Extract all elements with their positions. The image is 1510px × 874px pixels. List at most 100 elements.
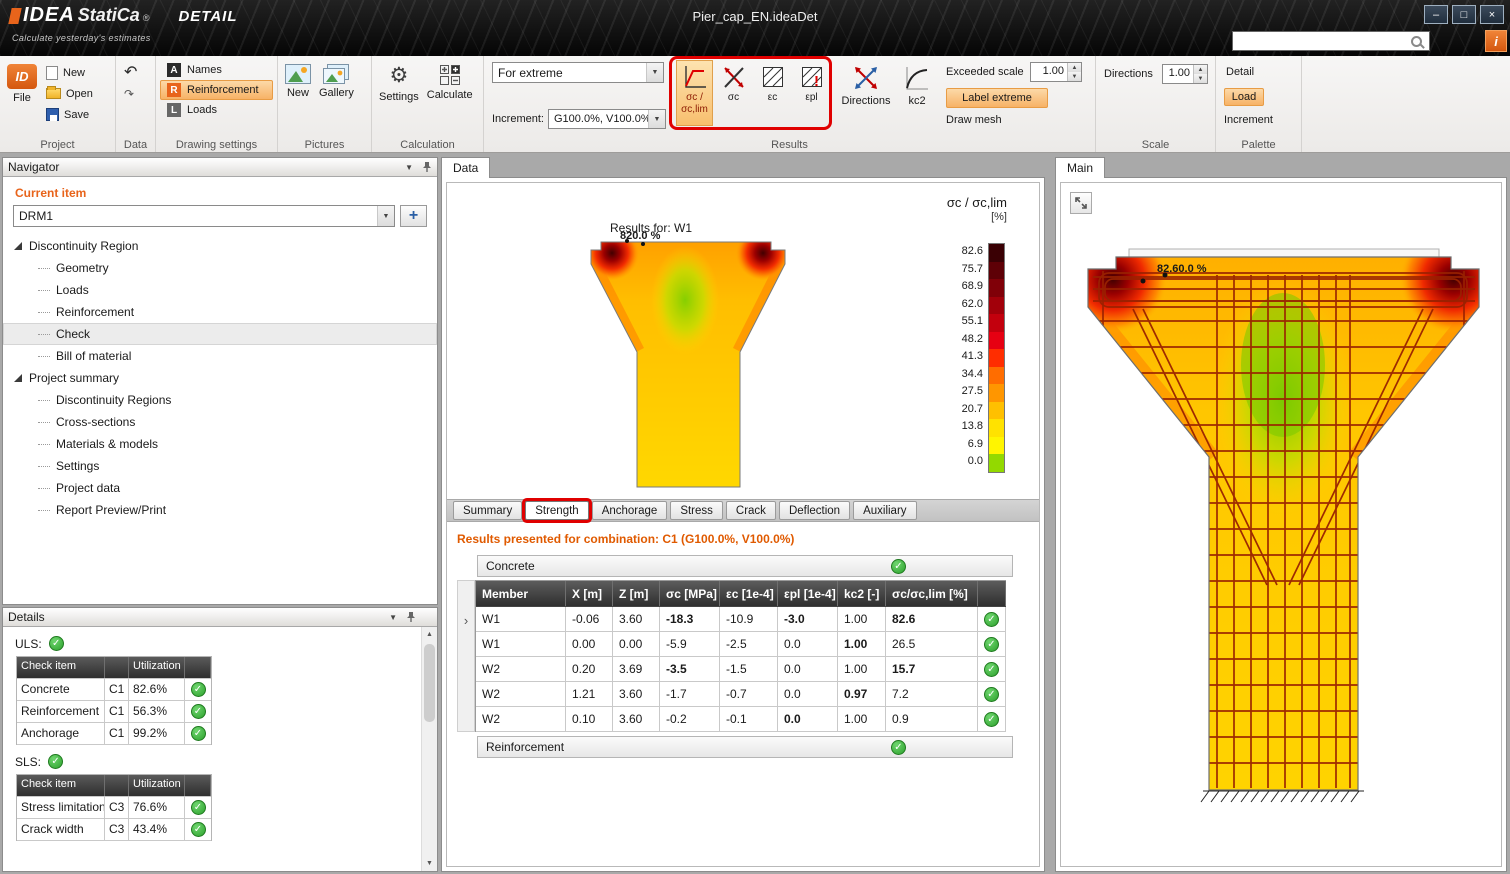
info-button[interactable]: i: [1485, 30, 1507, 52]
tree-item-cross-sections[interactable]: Cross-sections: [3, 411, 437, 433]
spin-up-icon[interactable]: ▲: [1068, 63, 1081, 72]
table-row[interactable]: Stress limitation C3 76.6% ✓: [17, 797, 211, 819]
label-extreme-button[interactable]: Label extreme: [946, 88, 1048, 108]
table-row[interactable]: W1 -0.06 3.60 -18.3 -10.9 -3.0 1.00 82.6…: [476, 607, 1006, 632]
loads-toggle[interactable]: L Loads: [160, 100, 273, 120]
minimize-button[interactable]: –: [1424, 5, 1448, 24]
logo-mark-icon: [8, 8, 21, 24]
section-concrete[interactable]: Concrete ✓: [477, 555, 1013, 577]
tree-item-materials-models[interactable]: Materials & models: [3, 433, 437, 455]
tab-deflection[interactable]: Deflection: [779, 501, 850, 520]
tab-anchorage[interactable]: Anchorage: [592, 501, 668, 520]
calculate-button[interactable]: Calculate: [424, 60, 476, 136]
epsilon-c-icon: [760, 64, 786, 91]
directions-button[interactable]: Directions: [840, 60, 892, 126]
table-row[interactable]: Concrete C1 82.6% ✓: [17, 679, 211, 701]
directions-icon: [852, 64, 880, 92]
tree-item-reinforcement[interactable]: Reinforcement: [3, 301, 437, 323]
tab-crack[interactable]: Crack: [726, 501, 776, 520]
table-row[interactable]: Reinforcement C1 56.3% ✓: [17, 701, 211, 723]
current-item-dropdown[interactable]: DRM1 ▼: [13, 205, 395, 227]
tree-item-bill-of-material[interactable]: Bill of material: [3, 345, 437, 367]
exceeded-scale-spinner[interactable]: 1.00 ▲▼: [1030, 62, 1082, 82]
details-scrollbar[interactable]: ▲ ▼: [421, 627, 437, 871]
tab-main[interactable]: Main: [1055, 157, 1105, 178]
reinforcement-toggle[interactable]: R Reinforcement: [160, 80, 273, 100]
spin-up-icon[interactable]: ▲: [1194, 65, 1207, 74]
search-input[interactable]: [1237, 34, 1411, 48]
tab-data[interactable]: Data: [441, 157, 490, 178]
table-row[interactable]: W2 0.20 3.69 -3.5 -1.5 0.0 1.00 15.7 ✓: [476, 657, 1006, 682]
scroll-down-icon[interactable]: ▼: [422, 856, 437, 871]
tab-summary[interactable]: Summary: [453, 501, 522, 520]
legend-value: 6.9: [948, 436, 988, 454]
table-row[interactable]: W1 0.00 0.00 -5.9 -2.5 0.0 1.00 26.5 ✓: [476, 632, 1006, 657]
palette-increment-button[interactable]: Increment: [1224, 114, 1273, 126]
table-row[interactable]: W2 0.10 3.60 -0.2 -0.1 0.0 1.00 0.9 ✓: [476, 707, 1006, 732]
scroll-thumb[interactable]: [424, 644, 435, 722]
draw-mesh-button[interactable]: Draw mesh: [946, 114, 1002, 126]
dropdown-arrow-icon: ▼: [377, 206, 394, 226]
spin-down-icon[interactable]: ▼: [1068, 72, 1081, 81]
epsilon-pl-button[interactable]: ! εpl: [793, 60, 830, 126]
search-box[interactable]: [1232, 31, 1430, 51]
pier-reinforcement-figure[interactable]: [1081, 245, 1486, 810]
table-row[interactable]: W2 1.21 3.60 -1.7 -0.7 0.0 0.97 7.2 ✓: [476, 682, 1006, 707]
tree-item-geometry[interactable]: Geometry: [3, 257, 437, 279]
redo-button[interactable]: ↷: [120, 84, 151, 103]
spin-down-icon[interactable]: ▼: [1194, 74, 1207, 83]
gallery-button[interactable]: Gallery: [316, 60, 357, 136]
tab-stress[interactable]: Stress: [670, 501, 723, 520]
save-button[interactable]: Save: [42, 105, 97, 124]
settings-button[interactable]: ⚙ Settings: [376, 60, 422, 136]
tab-strength[interactable]: Strength: [525, 501, 588, 520]
scroll-up-icon[interactable]: ▲: [422, 627, 437, 642]
color-legend: 82.6 75.7 68.9 62.0 55.1 48.2 41.3 34.4 …: [948, 243, 1005, 473]
tree-item-discontinuity-region[interactable]: Discontinuity Region: [3, 235, 437, 257]
kc2-button[interactable]: kc2: [896, 60, 938, 126]
epsilon-c-button[interactable]: εc: [754, 60, 791, 126]
section-reinforcement[interactable]: Reinforcement ✓: [477, 736, 1013, 758]
pier-contour-figure[interactable]: [585, 238, 790, 490]
row-selector-column[interactable]: ›: [457, 580, 475, 732]
collapse-arrow-icon[interactable]: ▼: [389, 613, 397, 622]
tree-item-project-summary[interactable]: Project summary: [3, 367, 437, 389]
scale-directions-spinner[interactable]: 1.00 ▲▼: [1162, 64, 1208, 84]
increment-value: G100.0%, V100.0%: [554, 113, 648, 125]
table-row[interactable]: Anchorage C1 99.2% ✓: [17, 723, 211, 745]
close-button[interactable]: ×: [1480, 5, 1504, 24]
increment-dropdown[interactable]: G100.0%, V100.0% ▼: [548, 109, 666, 129]
cell: 3.60: [613, 707, 660, 731]
col-z: Z [m]: [613, 581, 660, 606]
picture-new-button[interactable]: New: [282, 60, 314, 136]
tree-item-settings[interactable]: Settings: [3, 455, 437, 477]
maximize-button[interactable]: □: [1452, 5, 1476, 24]
window-controls: – □ ×: [1424, 5, 1504, 24]
new-project-button[interactable]: New: [42, 63, 97, 82]
pin-icon[interactable]: [422, 161, 432, 173]
tree-item-project-data[interactable]: Project data: [3, 477, 437, 499]
tree-item-loads[interactable]: Loads: [3, 279, 437, 301]
tree-expander-icon[interactable]: [14, 374, 22, 382]
file-button[interactable]: ID File: [4, 60, 40, 136]
tree-expander-icon[interactable]: [14, 242, 22, 250]
collapse-arrow-icon[interactable]: ▼: [405, 163, 413, 172]
open-button[interactable]: Open: [42, 84, 97, 103]
legend-value: 20.7: [948, 401, 988, 419]
palette-detail-button[interactable]: Detail: [1226, 66, 1254, 78]
names-toggle[interactable]: A Names: [160, 60, 273, 80]
undo-button[interactable]: ↶: [120, 63, 151, 82]
pin-icon[interactable]: [406, 611, 416, 623]
sigma-ratio-button[interactable]: σc / σc,lim: [676, 60, 713, 126]
status-ok-icon: ✓: [191, 704, 206, 719]
table-row[interactable]: Crack width C3 43.4% ✓: [17, 819, 211, 841]
for-extreme-dropdown[interactable]: For extreme ▼: [492, 62, 664, 83]
palette-load-button[interactable]: Load: [1224, 88, 1264, 106]
expand-view-button[interactable]: [1070, 192, 1092, 214]
tab-auxiliary[interactable]: Auxiliary: [853, 501, 916, 520]
tree-item-discontinuity-regions[interactable]: Discontinuity Regions: [3, 389, 437, 411]
sigma-c-button[interactable]: σc: [715, 60, 752, 126]
tree-item-report-preview-print[interactable]: Report Preview/Print: [3, 499, 437, 521]
tree-item-check[interactable]: Check: [3, 323, 437, 345]
add-region-button[interactable]: +: [400, 205, 427, 227]
